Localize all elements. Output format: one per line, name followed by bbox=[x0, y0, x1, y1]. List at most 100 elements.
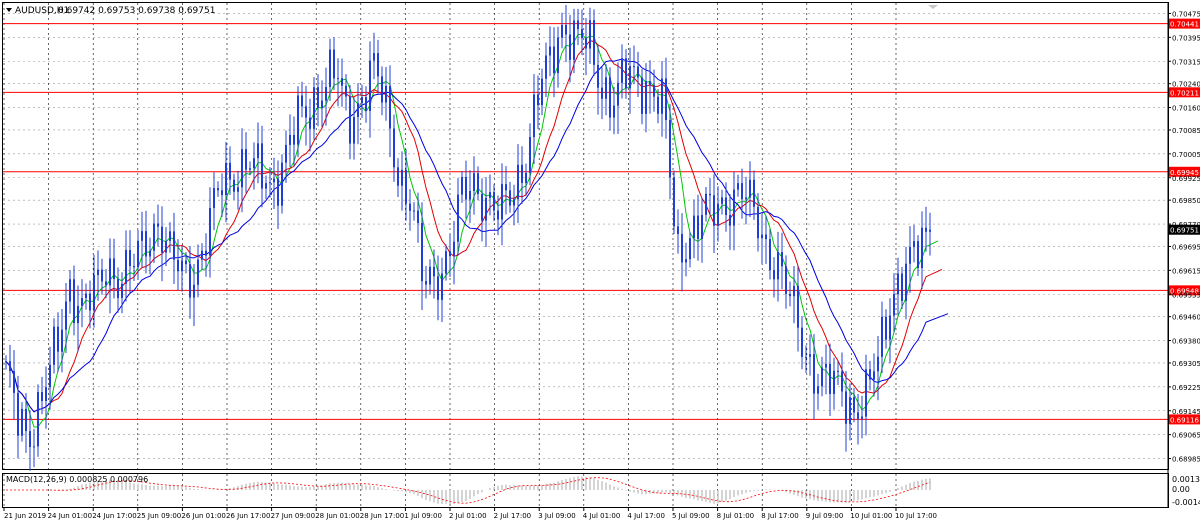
candle-body bbox=[773, 270, 775, 280]
candle-body bbox=[489, 192, 491, 198]
candle-body bbox=[641, 77, 643, 114]
candle-body bbox=[677, 226, 679, 234]
macd-tick-zero: 0.00 bbox=[1172, 485, 1190, 494]
candle-body bbox=[237, 187, 239, 192]
candle-body bbox=[281, 162, 283, 206]
candle-body bbox=[589, 20, 591, 49]
price-tick-label: 0.70475 bbox=[1172, 10, 1200, 18]
candle-body bbox=[129, 250, 131, 267]
candle-body bbox=[373, 53, 375, 61]
time-tick-label: 4 Jul 01:00 bbox=[583, 512, 621, 520]
candle-body bbox=[621, 58, 623, 83]
candle-body bbox=[329, 49, 331, 87]
macd-tick-top: 0.00131 bbox=[1172, 475, 1200, 484]
candle-body bbox=[257, 143, 259, 159]
candle-body bbox=[785, 266, 787, 294]
candle-body bbox=[853, 397, 855, 413]
candle-body bbox=[745, 197, 747, 200]
price-tick-label: 0.68985 bbox=[1172, 456, 1200, 464]
candle-body bbox=[137, 240, 139, 268]
candle-body bbox=[789, 293, 791, 297]
candle-body bbox=[889, 315, 891, 340]
candle-body bbox=[365, 96, 367, 111]
time-tick-label: 10 Jul 01:00 bbox=[850, 512, 892, 520]
time-tick-label: 25 Jun 09:00 bbox=[137, 512, 181, 520]
candle-body bbox=[113, 258, 115, 280]
candle-body bbox=[245, 149, 247, 170]
candle-body bbox=[77, 305, 79, 324]
candle-body bbox=[753, 179, 755, 207]
candle-body bbox=[693, 215, 695, 239]
price-tick-label: 0.69380 bbox=[1172, 338, 1200, 346]
candle-body bbox=[681, 233, 683, 263]
candle-body bbox=[53, 326, 55, 365]
candle-body bbox=[381, 76, 383, 103]
candle-body bbox=[585, 38, 587, 49]
time-tick-label: 21 Jun 2019 bbox=[4, 512, 46, 520]
candle-body bbox=[741, 183, 743, 200]
candle-body bbox=[197, 259, 199, 285]
candle-body bbox=[781, 252, 783, 267]
candle-body bbox=[521, 164, 523, 183]
price-tick-label: 0.69305 bbox=[1172, 360, 1200, 368]
candle-body bbox=[537, 94, 539, 106]
candle-body bbox=[325, 86, 327, 101]
price-chart[interactable]: 0.704410.702110.699450.695480.691160.697… bbox=[0, 0, 1200, 523]
candle-body bbox=[369, 60, 371, 111]
candle-body bbox=[209, 208, 211, 256]
candle-body bbox=[225, 162, 227, 196]
candle-body bbox=[333, 49, 335, 79]
candle-body bbox=[337, 78, 339, 80]
candle-body bbox=[901, 273, 903, 302]
candle-body bbox=[285, 144, 287, 163]
candle-body bbox=[517, 164, 519, 200]
time-tick-label: 10 Jul 17:00 bbox=[895, 512, 937, 520]
price-tick-label: 0.69225 bbox=[1172, 384, 1200, 392]
price-tick-label: 0.69065 bbox=[1172, 432, 1200, 440]
candle-body bbox=[213, 188, 215, 209]
candle-body bbox=[401, 169, 403, 186]
candle-body bbox=[349, 96, 351, 144]
time-tick-label: 8 Jul 01:00 bbox=[717, 512, 755, 520]
candle-body bbox=[441, 273, 443, 300]
candle-body bbox=[425, 281, 427, 285]
candle-body bbox=[617, 82, 619, 106]
candle-body bbox=[377, 53, 379, 77]
time-tick-label: 1 Jul 09:00 bbox=[404, 512, 442, 520]
candle-body bbox=[825, 363, 827, 368]
trading-chart-window: 0.70441 0.70211 0.69945 0.69548 0.69116 0.697… bbox=[0, 0, 1200, 523]
candle-body bbox=[805, 356, 807, 358]
candle-body bbox=[665, 78, 667, 120]
time-tick-label: 24 Jun 01:00 bbox=[48, 512, 92, 520]
candle-body bbox=[57, 326, 59, 352]
candle-body bbox=[689, 238, 691, 260]
candle-body bbox=[165, 240, 167, 253]
time-tick-label: 2 Jul 01:00 bbox=[449, 512, 487, 520]
candle-body bbox=[277, 178, 279, 206]
candle-body bbox=[265, 183, 267, 189]
candle-body bbox=[13, 371, 15, 393]
candle-body bbox=[437, 276, 439, 300]
candle-body bbox=[201, 250, 203, 260]
candle-body bbox=[473, 173, 475, 191]
candle-body bbox=[273, 178, 275, 183]
candle-body bbox=[605, 77, 607, 99]
candle-body bbox=[217, 188, 219, 191]
candle-body bbox=[869, 369, 871, 380]
candle-body bbox=[109, 258, 111, 286]
candle-body bbox=[33, 446, 35, 448]
candle-body bbox=[205, 250, 207, 256]
candle-body bbox=[125, 250, 127, 284]
candle-body bbox=[361, 96, 363, 104]
candle-body bbox=[193, 284, 195, 298]
candle-body bbox=[173, 231, 175, 260]
candle-body bbox=[65, 301, 67, 330]
candle-body bbox=[161, 226, 163, 253]
candle-body bbox=[905, 263, 907, 302]
candle-body bbox=[557, 37, 559, 74]
candle-body bbox=[493, 192, 495, 211]
macd-label: MACD(12,26,9) 0.000825 0.000796 bbox=[6, 475, 148, 484]
candle-body bbox=[877, 356, 879, 372]
candle-body bbox=[149, 250, 151, 257]
candle-body bbox=[597, 64, 599, 88]
